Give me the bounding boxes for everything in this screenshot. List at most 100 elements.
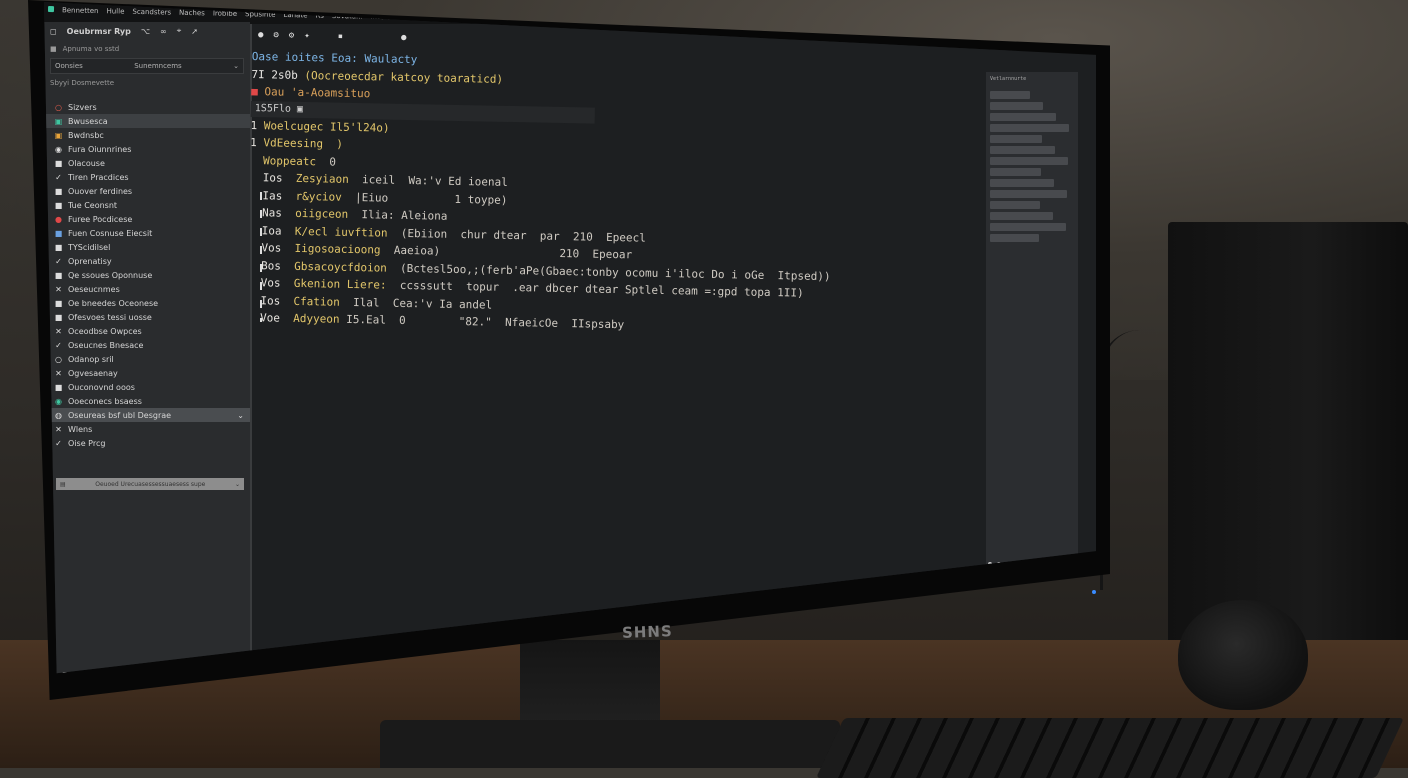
- tree-item-icon: ✕: [55, 424, 62, 434]
- right-panel-title: Vetlarnnurte: [990, 76, 1027, 82]
- share-icon[interactable]: ➚: [191, 27, 198, 36]
- tree-item[interactable]: ✓ Tiren Pracdices: [44, 170, 250, 184]
- code-token: r&yciov: [295, 189, 356, 204]
- sidebar-select[interactable]: Oonsies Sunemncems ⌄: [50, 58, 244, 74]
- tree-item[interactable]: ● Furee Pocdicese: [44, 212, 250, 226]
- code-token: Woppeatc: [262, 153, 330, 169]
- code-token: Iigosoacioong: [294, 242, 394, 258]
- find-icon[interactable]: ▣: [297, 104, 303, 115]
- tree-item-content: ✓ Oseucnes Bnesace: [54, 341, 143, 350]
- tree-item[interactable]: ■ Olacouse: [44, 156, 250, 170]
- tree-item[interactable]: ✕ Wlens: [44, 422, 250, 436]
- code-token: Ilal Cea:'v Ia andel: [352, 295, 493, 312]
- tab-icon-gear[interactable]: ⚙: [273, 30, 279, 40]
- mouse: [1178, 600, 1308, 710]
- sidebar-field-label: Apnuma vo sstd: [62, 45, 120, 53]
- tree-item-label: Oceodbse Owpces: [68, 326, 142, 336]
- right-panel-row[interactable]: [990, 223, 1066, 231]
- window-control-icon[interactable]: ◻: [50, 27, 57, 36]
- tree-item-label: Ogvesaenay: [68, 368, 118, 378]
- code-token: Voe: [246, 311, 294, 326]
- tree-item-content: ■ Tue Ceonsnt: [54, 201, 117, 210]
- tree-item[interactable]: ■ Fuen Cosnuse Eiecsit: [44, 226, 250, 240]
- tree-item-content: ○ Odanop sril: [54, 355, 114, 364]
- tab-icon-square[interactable]: ▪: [338, 32, 344, 42]
- tab-icon-circle[interactable]: ●: [258, 30, 264, 40]
- code-token: Nas: [248, 206, 296, 221]
- tree-item[interactable]: ◉ Ooeconecs bsaess: [44, 394, 250, 408]
- checkbox-icon[interactable]: ■: [50, 45, 57, 53]
- tree-item[interactable]: ▣ Bwusesca: [44, 114, 250, 128]
- right-panel-row[interactable]: [990, 91, 1030, 99]
- project-tree: ○ Sizvers ▣ Bwusesca ▣ Bwdnsbc ◉ Fura Oiunnrine…: [44, 100, 250, 450]
- branch-icon[interactable]: ⌥: [141, 27, 150, 36]
- menu-item[interactable]: Naches: [179, 9, 205, 18]
- tree-item[interactable]: ■ Oe bneedes Oceonese: [44, 296, 250, 310]
- tree-item-label: Odanop sril: [68, 354, 114, 364]
- tree-item[interactable]: ■ TYScidilsel: [44, 240, 250, 254]
- code-token: Vos: [248, 241, 295, 256]
- right-panel-row[interactable]: [990, 146, 1055, 154]
- right-panel-row[interactable]: [990, 135, 1042, 143]
- menu-item[interactable]: Bennetten: [62, 6, 99, 15]
- sidebar-subfield[interactable]: Sbyyi Dosmevette: [50, 76, 244, 90]
- right-panel-row[interactable]: [990, 190, 1067, 198]
- tree-item-icon: ■: [54, 312, 63, 322]
- app-icon[interactable]: [47, 6, 55, 13]
- pin-icon[interactable]: ⌖: [177, 26, 182, 36]
- tree-item[interactable]: ◍ Oseureas bsf ubl Desgrae ⌄: [44, 408, 250, 422]
- tree-item-icon: ✓: [55, 172, 62, 182]
- tree-item-icon: ○: [55, 102, 62, 112]
- right-panel-row[interactable]: [990, 212, 1053, 220]
- right-panel-row[interactable]: [990, 234, 1039, 242]
- tree-item-icon: ▣: [54, 116, 63, 126]
- status-icon: ▤: [60, 480, 66, 488]
- right-panel-row[interactable]: [990, 157, 1068, 165]
- cable: [1100, 330, 1183, 590]
- tree-item-icon: ■: [54, 382, 63, 392]
- right-panel-row[interactable]: [990, 124, 1069, 132]
- right-panel-row[interactable]: [990, 102, 1043, 110]
- tree-item[interactable]: ■ Ouover ferdines: [44, 184, 250, 198]
- tree-item[interactable]: ✓ Oprenatisy: [44, 254, 250, 268]
- right-panel-row[interactable]: [990, 113, 1056, 121]
- tree-item[interactable]: ○ Odanop sril: [44, 352, 250, 366]
- tree-item-icon: ●: [55, 214, 62, 224]
- code-area[interactable]: Oase ioites Eoa: Waulacty 7I 2s0b (Oocre…: [247, 48, 1012, 341]
- tree-item[interactable]: ■ Tue Ceonsnt: [44, 198, 250, 212]
- code-editor[interactable]: ● ⚙ ⚙ ✦ ▪ ● Oase ioites Eoa: Waulacty 7I…: [250, 24, 1012, 664]
- chevron-down-icon[interactable]: ⌄: [237, 411, 244, 420]
- tree-item[interactable]: ✓ Oise Prcg: [44, 436, 250, 450]
- tree-item-label: Ouconovnd ooos: [68, 382, 135, 392]
- tree-item[interactable]: ■ Ofesvoes tessi uosse: [44, 310, 250, 324]
- tree-item[interactable]: ✕ Oeseucnmes: [44, 282, 250, 296]
- tree-item[interactable]: ■ Qe ssoues Oponnuse: [44, 268, 250, 282]
- right-panel-row[interactable]: [990, 201, 1040, 209]
- sidebar-field[interactable]: ■ Apnuma vo sstd: [50, 42, 244, 56]
- link-icon[interactable]: ∞: [160, 27, 167, 36]
- tree-item[interactable]: ✕ Ogvesaenay: [44, 366, 250, 380]
- tree-item-label: Bwdnsbc: [68, 130, 104, 140]
- tree-item[interactable]: ◉ Fura Oiunnrines: [44, 142, 250, 156]
- tree-item-icon: ■: [54, 228, 63, 238]
- right-panel-row[interactable]: [990, 179, 1054, 187]
- tab-icon-gear-2[interactable]: ⚙: [289, 31, 295, 41]
- code-token: Ilia: Aleiona: [361, 208, 448, 224]
- tree-item-content: ◉ Ooeconecs bsaess: [54, 397, 142, 406]
- tree-item-label: Oeseucnmes: [68, 284, 120, 294]
- tree-item[interactable]: ✕ Oceodbse Owpces: [44, 324, 250, 338]
- tab-icon-dot[interactable]: ●: [401, 33, 407, 43]
- tree-item[interactable]: ○ Sizvers: [44, 100, 250, 114]
- tree-item[interactable]: ■ Ouconovnd ooos: [44, 380, 250, 394]
- menu-item[interactable]: Scandsters: [132, 8, 171, 17]
- tree-item-content: ▣ Bwdnsbc: [54, 131, 104, 140]
- tree-item[interactable]: ▣ Bwdnsbc: [44, 128, 250, 142]
- tree-item-label: Oseureas bsf ubl Desgrae: [68, 410, 172, 420]
- code-token: Cfation: [293, 294, 354, 309]
- tree-item[interactable]: ✓ Oseucnes Bnesace: [44, 338, 250, 352]
- tree-item-icon: ✕: [55, 284, 62, 294]
- sidebar-status[interactable]: ▤ Oeuoed Urecuasessessuaesess supe ⌄: [56, 478, 244, 490]
- right-panel-row[interactable]: [990, 168, 1041, 176]
- menu-item[interactable]: Hulle: [106, 7, 124, 15]
- tab-icon-pin[interactable]: ✦: [304, 31, 310, 41]
